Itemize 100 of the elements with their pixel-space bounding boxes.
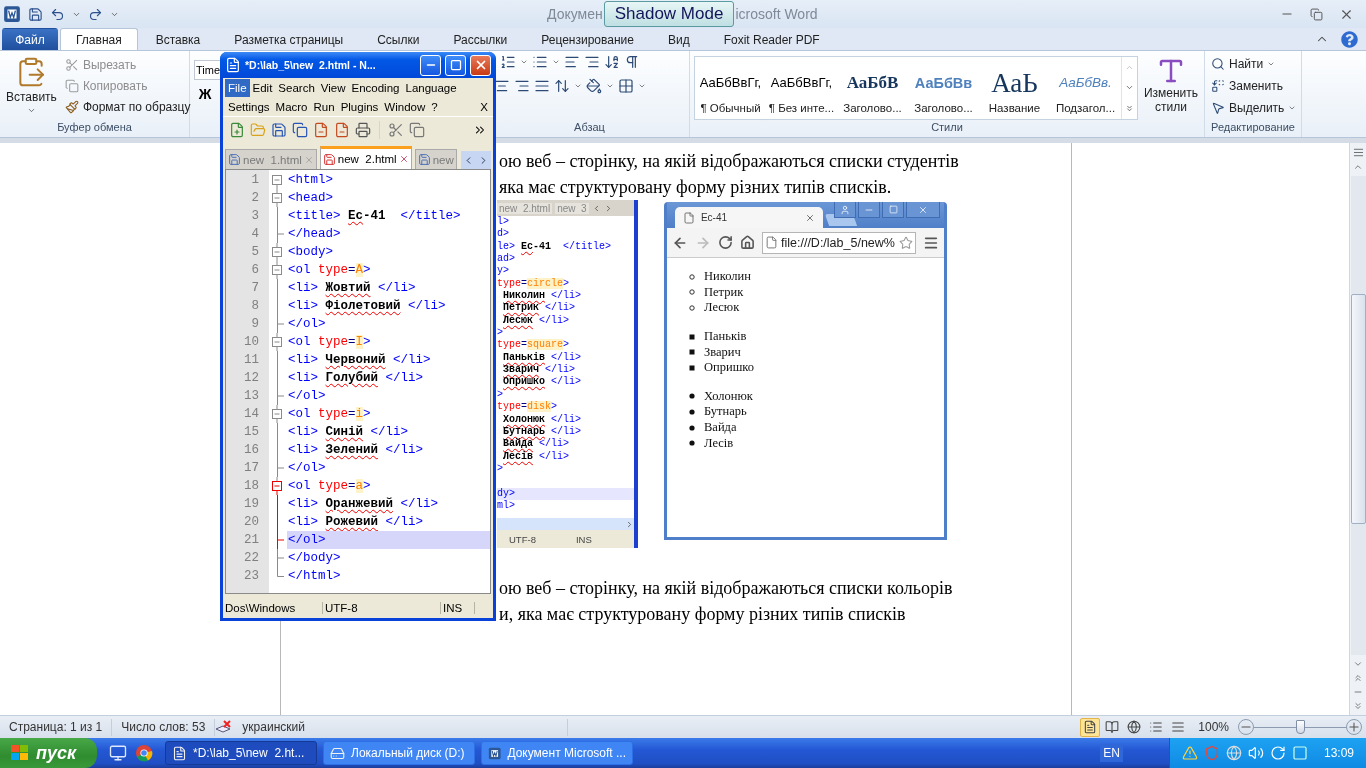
style-sample[interactable]: АаБбВвГг, — [699, 68, 762, 98]
network-icon[interactable] — [1225, 745, 1242, 761]
menu-item[interactable]: X — [477, 97, 491, 116]
style-name[interactable]: ¶ Без инте... — [768, 102, 835, 114]
menu-item[interactable]: Macro — [272, 97, 311, 116]
decrease-indent-icon[interactable] — [564, 54, 580, 70]
scroll-down-icon[interactable] — [1353, 659, 1363, 669]
start-button[interactable]: пуск — [0, 738, 97, 768]
address-field[interactable]: file:///D:/lab_5/new% — [762, 231, 916, 254]
pilcrow-icon[interactable] — [624, 54, 640, 70]
ribbon-tab[interactable]: Файл — [2, 28, 58, 50]
style-sample[interactable]: АаБбВ — [846, 68, 899, 98]
save-icon[interactable] — [271, 121, 287, 138]
close-all-icon[interactable] — [334, 121, 350, 138]
align-right-icon[interactable] — [514, 78, 530, 94]
style-name[interactable]: Подзагол... — [1055, 102, 1116, 114]
menu-item[interactable]: Language — [402, 78, 460, 97]
file-tab[interactable]: new 2.html — [319, 146, 412, 169]
shading-icon[interactable] — [586, 78, 602, 94]
previous-page-icon[interactable] — [1353, 673, 1363, 683]
warning-icon[interactable] — [1181, 745, 1198, 761]
scissors-icon[interactable] — [388, 121, 404, 138]
clipboard-action[interactable]: Формат по образцу — [62, 96, 193, 117]
save-icon[interactable] — [28, 6, 43, 22]
sync-icon[interactable] — [1269, 745, 1286, 761]
mode-button[interactable]: Shadow Mode — [603, 1, 735, 27]
menu-item[interactable]: Search — [275, 78, 318, 97]
change-styles-button[interactable]: Изменить стили — [1142, 54, 1200, 118]
home-icon[interactable] — [740, 235, 755, 250]
editing-action[interactable]: Заменить — [1209, 76, 1299, 96]
caret-icon[interactable] — [520, 58, 528, 66]
menu-item[interactable]: Run — [310, 97, 338, 116]
scroll-up-icon[interactable] — [1353, 162, 1363, 172]
style-name[interactable]: Заголово... — [843, 102, 902, 114]
menu-item[interactable]: Plugins — [337, 97, 382, 116]
style-name[interactable]: Заголово... — [914, 102, 973, 114]
caret-icon[interactable] — [638, 82, 646, 90]
app-tray-icon[interactable] — [1291, 745, 1308, 761]
style-sample[interactable]: АаЬ — [991, 68, 1038, 98]
line-spacing-icon[interactable] — [554, 78, 570, 94]
font-name-field[interactable]: Time — [194, 60, 220, 80]
ribbon-tab[interactable]: Рецензирование — [525, 28, 650, 50]
menu-item[interactable]: View — [317, 78, 349, 97]
spellcheck-icon[interactable] — [215, 720, 234, 734]
ribbon-tab[interactable]: Вставка — [139, 28, 217, 50]
bookmark-star-icon[interactable] — [899, 235, 913, 250]
numbering-icon[interactable] — [500, 54, 516, 70]
style-name[interactable]: ¶ Обычный — [700, 102, 761, 114]
caret-icon[interactable] — [574, 82, 582, 90]
ribbon-tab[interactable]: Главная — [60, 28, 138, 50]
view-button[interactable] — [1080, 717, 1101, 737]
ribbon-tab[interactable]: Вид — [651, 28, 706, 50]
print-icon[interactable] — [355, 121, 371, 138]
minimize-button[interactable] — [420, 54, 441, 76]
next-page-icon[interactable] — [1353, 701, 1363, 711]
editing-action[interactable]: Выделить — [1209, 98, 1299, 118]
browser-tab[interactable]: Ес-41 — [675, 207, 823, 228]
justify-icon[interactable] — [534, 78, 550, 94]
menu-item[interactable]: Edit — [249, 78, 276, 97]
style-sample[interactable]: АаБбВв. — [1059, 68, 1112, 98]
new-file-icon[interactable] — [229, 121, 245, 138]
menu-item[interactable]: Encoding — [348, 78, 403, 97]
style-sample[interactable]: АаБбВв — [914, 68, 973, 98]
maximize-icon[interactable] — [888, 205, 898, 214]
open-folder-icon[interactable] — [250, 121, 266, 138]
ribbon-tab[interactable]: Foxit Reader PDF — [707, 28, 836, 50]
paste-button[interactable]: Вставить — [4, 54, 59, 118]
menu-item[interactable]: ? — [428, 97, 441, 116]
multilevel-list-icon[interactable] — [532, 54, 548, 70]
close-file-icon[interactable] — [313, 121, 329, 138]
taskbar-button[interactable]: Документ Microsoft ... — [481, 741, 633, 765]
zoom-slider[interactable] — [1254, 719, 1346, 735]
ribbon-tab[interactable]: Ссылки — [361, 28, 436, 50]
menu-item[interactable]: File — [225, 78, 250, 97]
increase-indent-icon[interactable] — [584, 54, 600, 70]
editing-action[interactable]: Найти — [1209, 54, 1299, 74]
menu-item[interactable]: Window — [381, 97, 429, 116]
help-icon[interactable] — [1341, 30, 1358, 48]
bold-button[interactable]: Ж — [194, 86, 216, 102]
style-sample[interactable]: АаБбВвГг, — [770, 68, 833, 98]
redo-icon[interactable] — [88, 6, 103, 22]
scroll-thumb[interactable] — [1350, 294, 1366, 524]
ruler-icon[interactable] — [1352, 147, 1364, 158]
ribbon-tab[interactable]: Разметка страницы — [218, 28, 360, 50]
close-button[interactable] — [470, 54, 491, 76]
desktop-icon[interactable] — [109, 744, 127, 762]
caret-icon[interactable] — [552, 58, 560, 66]
ribbon-tab[interactable]: Рассылки — [437, 28, 524, 50]
borders-icon[interactable] — [618, 78, 634, 94]
style-name[interactable]: Название — [988, 102, 1041, 114]
maximize-button[interactable] — [445, 54, 466, 76]
sort-icon[interactable] — [604, 54, 620, 70]
browser-icon[interactable] — [135, 744, 153, 762]
reload-icon[interactable] — [718, 235, 733, 250]
volume-icon[interactable] — [1247, 745, 1264, 761]
user-icon[interactable] — [840, 204, 850, 215]
undo-icon[interactable] — [50, 6, 65, 22]
slider-thumb[interactable] — [1296, 720, 1305, 734]
save-all-icon[interactable] — [292, 121, 308, 138]
restore-icon[interactable] — [1310, 7, 1323, 21]
